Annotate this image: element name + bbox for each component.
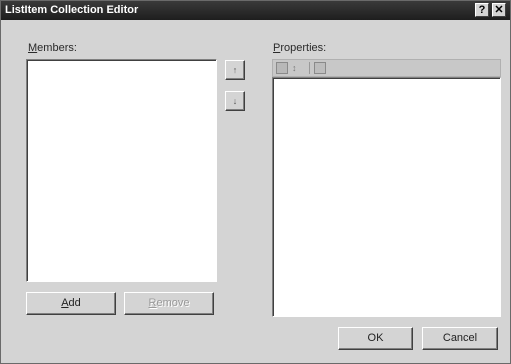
members-label: Members: [28, 42, 77, 54]
window-title: ListItem Collection Editor [5, 4, 139, 16]
remove-button[interactable]: Remove [124, 292, 214, 315]
cancel-button[interactable]: Cancel [422, 327, 498, 350]
collection-editor-dialog: ListItem Collection Editor ? ✕ Members: … [0, 0, 511, 364]
property-grid[interactable] [272, 77, 501, 317]
add-button[interactable]: Add [26, 292, 116, 315]
ok-button[interactable]: OK [338, 327, 413, 350]
members-listbox[interactable] [26, 59, 217, 282]
close-button[interactable]: ✕ [492, 3, 506, 17]
help-button[interactable]: ? [475, 3, 489, 17]
arrow-down-icon: ↓ [232, 96, 238, 106]
move-down-button[interactable]: ↓ [225, 91, 245, 111]
alphabetical-icon[interactable]: ↕ [292, 62, 306, 74]
move-up-button[interactable]: ↑ [225, 60, 245, 80]
toolbar-separator [309, 62, 310, 74]
arrow-up-icon: ↑ [232, 65, 238, 75]
categorized-icon[interactable] [276, 62, 288, 74]
title-bar[interactable]: ListItem Collection Editor ? ✕ [1, 1, 510, 20]
properties-toolbar: ↕ [272, 59, 501, 77]
properties-label: Properties: [273, 42, 327, 54]
property-pages-icon[interactable] [314, 62, 326, 74]
